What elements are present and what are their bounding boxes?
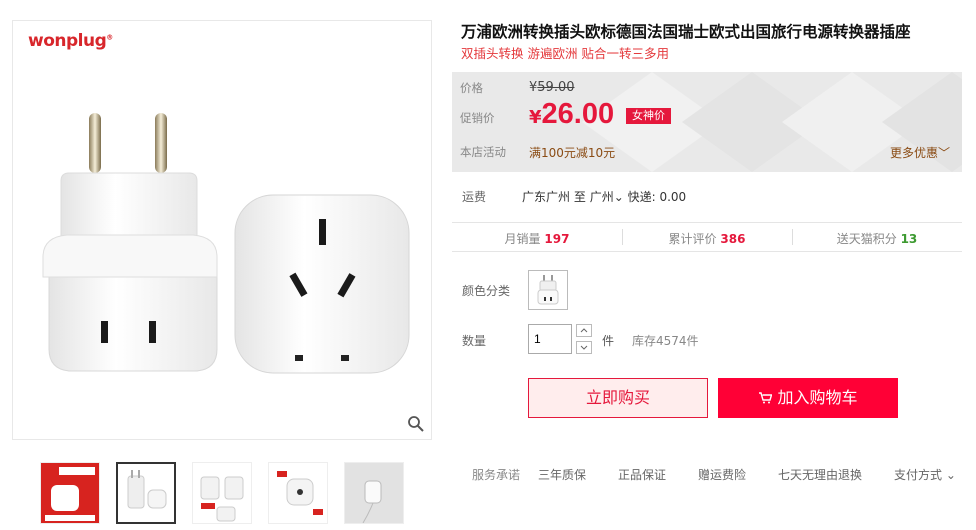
express-fee: 快递: 0.00 bbox=[627, 190, 687, 204]
chevron-down-icon: ⌄ bbox=[613, 190, 624, 204]
add-to-cart-button[interactable]: 加入购物车 bbox=[718, 378, 898, 418]
increase-button[interactable] bbox=[576, 324, 592, 337]
more-offers-link[interactable]: 更多优惠﹀ bbox=[890, 144, 950, 161]
tmall-points: 送天猫积分 13 bbox=[836, 232, 918, 246]
price-label: 价格 bbox=[460, 81, 483, 95]
payment-methods[interactable]: 支付方式 ⌄ bbox=[894, 466, 956, 483]
zoom-icon[interactable] bbox=[407, 415, 425, 433]
service-shipping-insurance[interactable]: 赠运费险 bbox=[698, 466, 746, 483]
product-title: 万浦欧洲转换插头欧标德国法国瑞士欧式出国旅行电源转换器插座 bbox=[461, 23, 911, 41]
price-badge: 女神价 bbox=[626, 108, 671, 124]
promo-price-label: 促销价 bbox=[460, 111, 495, 125]
sales-stats: 月销量 197 累计评价 386 送天猫积分 13 bbox=[452, 222, 962, 252]
cart-icon bbox=[758, 388, 777, 407]
thumbnail-strip bbox=[40, 462, 420, 524]
chevron-down-icon: ⌄ bbox=[945, 468, 956, 482]
ship-to-word: 至 bbox=[573, 190, 586, 204]
thumbnail-5[interactable] bbox=[344, 462, 404, 524]
service-label: 服务承诺 bbox=[472, 468, 521, 482]
chevron-up-icon bbox=[580, 328, 588, 333]
shipping-info: 广东广州 至 广州⌄ 快递: 0.00 bbox=[522, 188, 686, 205]
service-seven-day-return[interactable]: 七天无理由退换 bbox=[778, 466, 862, 483]
store-activity: 满100元减10元 bbox=[529, 146, 616, 160]
price-panel: 价格 ¥59.00 促销价 ¥26.00 女神价 本店活动 满100元减10元 … bbox=[452, 72, 962, 172]
decrease-button[interactable] bbox=[576, 341, 592, 354]
quantity-unit: 件 bbox=[602, 334, 615, 348]
original-price: ¥59.00 bbox=[529, 80, 575, 95]
chevron-down-icon: ﹀ bbox=[937, 146, 950, 160]
stock-count: 库存4574件 bbox=[632, 334, 699, 348]
total-reviews[interactable]: 累计评价 386 bbox=[622, 230, 792, 247]
product-subtitle: 双插头转换 游遍欧洲 贴合一转三多用 bbox=[461, 46, 669, 61]
service-warranty[interactable]: 三年质保 bbox=[538, 466, 586, 483]
thumbnail-3[interactable] bbox=[192, 462, 252, 524]
thumbnail-1[interactable] bbox=[40, 462, 100, 524]
product-photo bbox=[42, 113, 410, 374]
monthly-sales: 月销量 197 bbox=[504, 232, 570, 246]
service-genuine[interactable]: 正品保证 bbox=[618, 466, 666, 483]
activity-label: 本店活动 bbox=[460, 145, 506, 159]
thumbnail-2[interactable] bbox=[116, 462, 176, 524]
chevron-down-icon bbox=[580, 345, 588, 350]
promo-price: ¥26.00 bbox=[529, 98, 615, 130]
quantity-label: 数量 bbox=[462, 334, 487, 348]
sku-option-1[interactable] bbox=[528, 270, 568, 310]
color-category-label: 颜色分类 bbox=[462, 284, 511, 298]
ship-from: 广东广州 bbox=[522, 190, 571, 204]
main-product-image[interactable]: wonplug® bbox=[12, 20, 432, 440]
thumbnail-4[interactable] bbox=[268, 462, 328, 524]
ship-to-select[interactable]: 广州⌄ bbox=[590, 190, 624, 204]
add-to-cart-label: 加入购物车 bbox=[777, 388, 858, 407]
quantity-input[interactable] bbox=[528, 324, 572, 354]
shipping-label: 运费 bbox=[462, 190, 487, 204]
buy-now-button[interactable]: 立即购买 bbox=[528, 378, 708, 418]
